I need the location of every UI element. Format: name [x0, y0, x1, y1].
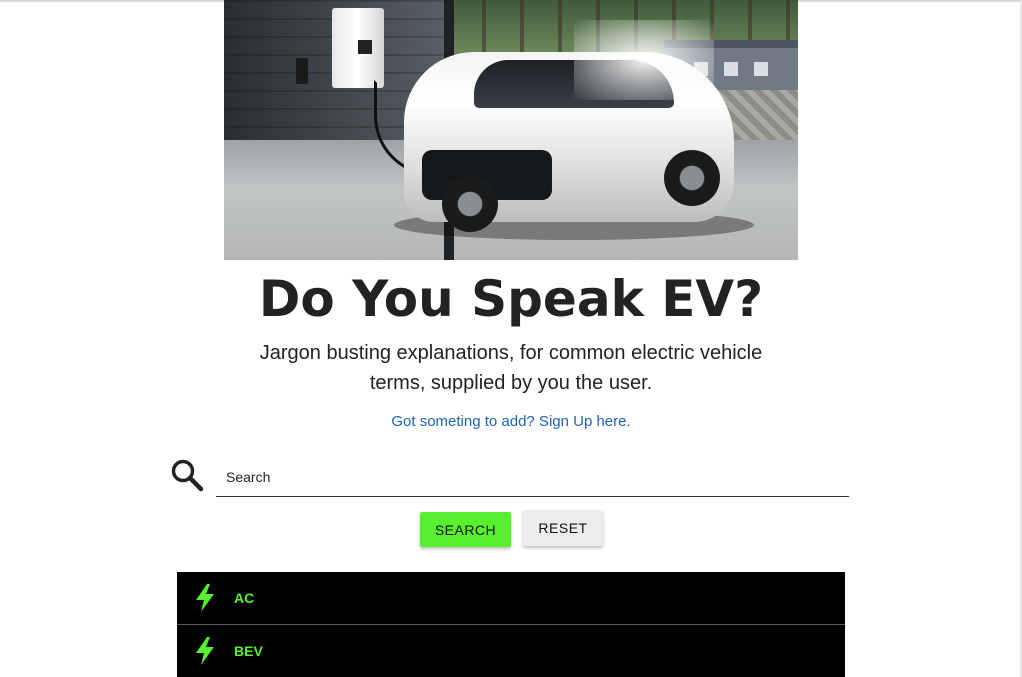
term-item-bev[interactable]: BEV [177, 625, 845, 677]
page-subtitle: Jargon busting explanations, for common … [259, 342, 763, 394]
car-wheel-front [442, 176, 498, 232]
search-icon [170, 458, 204, 492]
page-title: Do You Speak EV? [258, 270, 764, 328]
term-list: AC BEV [177, 572, 845, 677]
term-item-ac[interactable]: AC [177, 572, 845, 625]
term-label: BEV [234, 643, 263, 659]
signup-link[interactable]: Got someting to add? Sign Up here. [0, 412, 1022, 432]
term-label: AC [234, 590, 255, 606]
charger-screen [358, 40, 372, 54]
reset-button[interactable]: RESET [523, 510, 603, 546]
bolt-icon [194, 637, 216, 665]
search-button[interactable]: SEARCH [420, 512, 511, 547]
page: Do You Speak EV? Jargon busting explanat… [0, 0, 1022, 677]
sunlight-glare [574, 20, 714, 100]
hero-image [224, 0, 798, 260]
car-wheel-rear [664, 150, 720, 206]
house-window [724, 62, 738, 76]
cable-holder [296, 58, 308, 84]
bolt-icon [194, 584, 216, 612]
search-input[interactable] [216, 458, 849, 497]
house-window [754, 62, 768, 76]
